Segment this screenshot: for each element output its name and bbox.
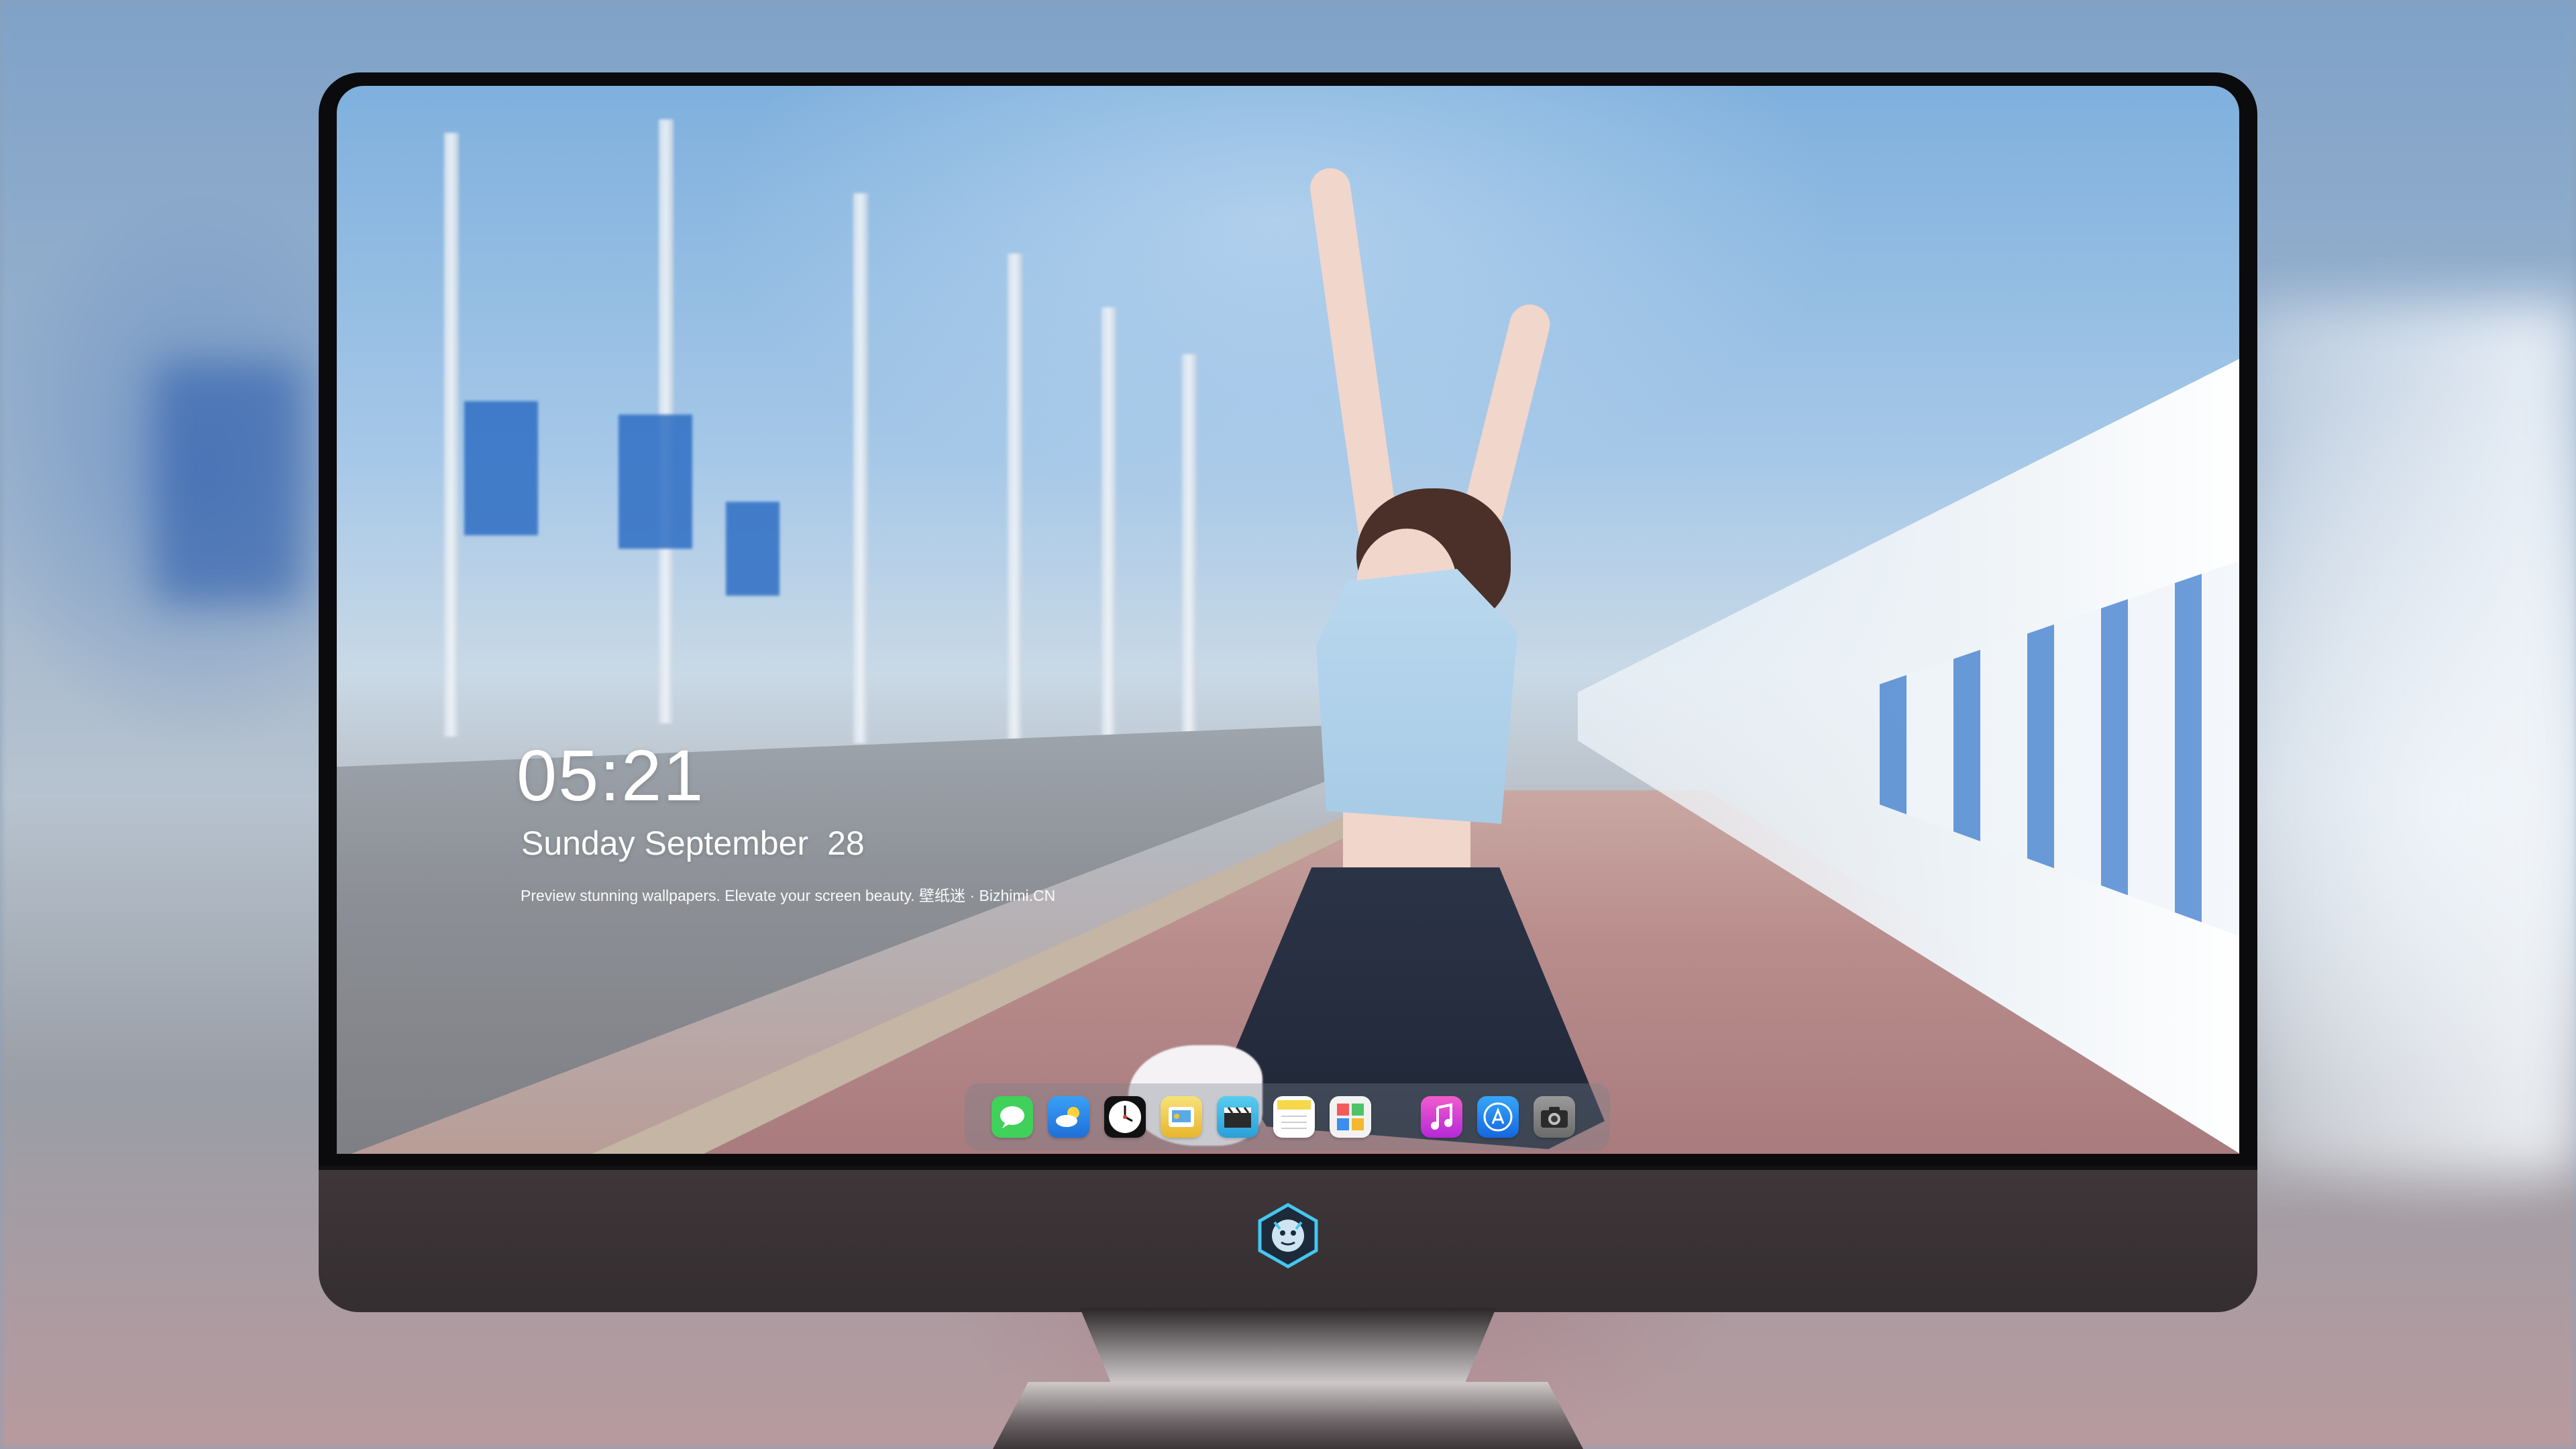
lock-screen-tagline: Preview stunning wallpapers. Elevate you… [521,887,1056,904]
monitor-stand-base [993,1382,1583,1449]
lock-screen-time: 05:21 [517,735,705,816]
wallpaper-figure-shirt [1316,569,1517,824]
wallpaper-lamp-post [853,193,868,743]
app-store-icon[interactable] [1477,1096,1519,1138]
monitor-stand-neck [1080,1308,1496,1389]
photo-puzzle-icon[interactable] [1330,1096,1371,1138]
wallpaper-lamp-post [1008,254,1022,763]
wallpaper-sign [726,502,780,596]
dock [965,1083,1610,1150]
lock-screen-date: Sunday September 28 [521,824,865,863]
camera-icon[interactable] [1534,1096,1575,1138]
preview-icon[interactable] [1161,1096,1202,1138]
wallpaper-lamp-post [1182,354,1197,790]
weather-icon[interactable] [1048,1096,1089,1138]
music-icon[interactable] [1421,1096,1462,1138]
wallpaper-lamp-post [1102,307,1116,777]
desktop-mockup: 05:21 Sunday September 28 Preview stunnin… [0,0,2576,1449]
lock-screen-date-weekday-month: Sunday September [521,824,809,862]
background-blur-shape [2241,302,2576,1174]
wallpaper-lamp-post [444,133,459,737]
messages-icon[interactable] [991,1096,1033,1138]
notes-icon[interactable] [1273,1096,1315,1138]
monitor-screen: 05:21 Sunday September 28 Preview stunnin… [337,86,2239,1154]
video-icon[interactable] [1217,1096,1258,1138]
background-blur-shape [154,362,302,604]
lock-screen-date-day: 28 [827,824,865,862]
clock-icon[interactable] [1104,1096,1146,1138]
brand-logo [1254,1202,1322,1269]
wallpaper-sign [619,415,692,549]
wallpaper-sign [464,401,538,535]
